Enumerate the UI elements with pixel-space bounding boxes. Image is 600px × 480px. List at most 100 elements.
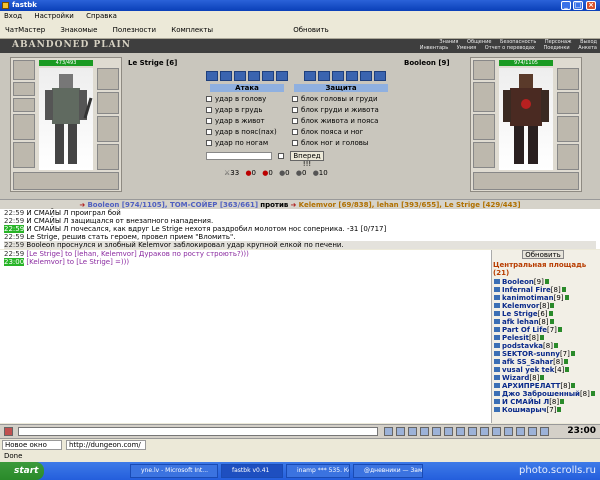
online-user[interactable]: afk lehan[8] [494,318,554,326]
block-waist-legs[interactable]: блок пояса и ног [292,128,363,137]
menu-settings[interactable]: Настройки [34,12,74,20]
url-field[interactable]: http://dungeon.com/ [66,440,146,450]
info-icon[interactable] [539,335,544,340]
info-icon[interactable] [553,343,558,348]
shield-slot[interactable] [97,92,119,114]
block-head-chest[interactable]: блок головы и груди [292,95,378,104]
block-legs-head[interactable]: блок ног и головы [292,139,368,148]
info-icon[interactable] [571,383,576,388]
options-icon[interactable] [480,427,489,436]
checkbox[interactable] [292,118,298,124]
close-button[interactable]: × [586,1,596,10]
forward-button[interactable]: Вперед !!! [290,151,324,168]
online-refresh-button[interactable]: Обновить [522,250,564,259]
bracelet-slot[interactable] [557,68,579,90]
spell-field[interactable] [206,152,272,160]
checkbox[interactable] [206,140,212,146]
menu-help[interactable]: Справка [86,12,117,20]
attack-groin[interactable]: удар в пояс(пах) [206,128,277,137]
shield-slot[interactable] [557,92,579,114]
skill-icon[interactable] [346,71,358,81]
checkbox[interactable] [206,96,212,102]
info-icon[interactable] [563,359,568,364]
new-window-button[interactable]: Новое окно [2,440,62,450]
send-icon[interactable] [384,427,393,436]
skill-icon[interactable] [318,71,330,81]
checkbox[interactable] [292,140,298,146]
checkbox[interactable] [206,129,212,135]
helmet-slot[interactable] [13,60,35,80]
necklace-slot[interactable] [13,98,35,112]
filter-icon[interactable] [420,427,429,436]
gloves-slot[interactable] [97,116,119,142]
menu-login[interactable]: Вход [4,12,22,20]
online-user[interactable]: Pelesit[8] [494,334,544,342]
online-user[interactable]: Le Strige[6] [494,310,553,318]
attack-legs[interactable]: удар по ногам [206,139,268,148]
info-icon[interactable] [560,399,565,404]
nav-inventory[interactable]: Инвентарь [420,45,448,51]
task-browser[interactable]: yne.lv - Microsoft Int... [130,464,218,478]
toolbar-sets[interactable]: Комплекты [171,26,213,34]
attack-head[interactable]: удар в голову [206,95,266,104]
refresh-icon[interactable] [456,427,465,436]
team-two[interactable]: Kelemvor [69/838], lehan [393/655], Le S… [299,201,521,209]
nav-transfers[interactable]: Отчет о переводах [485,45,535,51]
start-button[interactable]: start [0,462,44,480]
checkbox[interactable] [292,129,298,135]
attack-chest[interactable]: удар в грудь [206,106,263,115]
block-chest-stomach[interactable]: блок груди и живота [292,106,379,115]
left-player-name[interactable]: Le Strige [6] [128,59,177,67]
clear-icon[interactable] [4,427,13,436]
nav-profile[interactable]: Анкета [578,45,597,51]
online-user[interactable]: Wizard[8] [494,374,545,382]
belt-slot[interactable] [473,142,495,168]
online-user[interactable]: podstavka[8] [494,342,558,350]
nav-skills[interactable]: Умения [457,45,476,51]
help-icon[interactable] [528,427,537,436]
checkbox[interactable] [206,118,212,124]
maximize-button[interactable]: □ [573,1,583,10]
online-user[interactable]: vusal yek tek[4] [494,366,570,374]
boots-slot[interactable] [557,144,579,170]
belt-slots[interactable] [13,172,119,190]
minimize-button[interactable]: _ [561,1,571,10]
skill-icon[interactable] [248,71,260,81]
online-user[interactable]: И СМАЙЫ Л[8] [494,398,565,406]
skill-icon[interactable] [304,71,316,81]
task-winamp[interactable]: inamp *** 535. Кора... [286,464,350,478]
online-user[interactable]: Part Of Life[7] [494,326,562,334]
info-icon[interactable] [550,303,555,308]
earring-slot[interactable] [13,82,35,96]
exit-icon[interactable] [516,427,525,436]
smiles-icon[interactable] [396,427,405,436]
toolbar-chatmaster[interactable]: ЧатМастер [5,26,45,34]
skill-icon[interactable] [262,71,274,81]
online-user[interactable]: АРХИПРЕЛАТТ[8] [494,382,576,390]
online-user[interactable]: Infernal Fire[8] [494,286,566,294]
skill-icon[interactable] [220,71,232,81]
skill-icon[interactable] [276,71,288,81]
info-icon[interactable] [590,391,595,396]
skill-icon[interactable] [332,71,344,81]
task-fastbk[interactable]: fastbk v0.41 [221,464,283,478]
info-icon[interactable] [557,407,562,412]
info-icon[interactable] [561,287,566,292]
info-icon[interactable] [544,279,549,284]
gloves-slot[interactable] [557,116,579,142]
checkbox[interactable] [292,107,298,113]
ring-slots[interactable] [473,172,579,190]
settings-icon[interactable] [540,427,549,436]
sound-icon[interactable] [432,427,441,436]
map-icon[interactable] [492,427,501,436]
online-user[interactable]: Кошмарыч[7] [494,406,562,414]
checkbox[interactable] [206,107,212,113]
weapon-slot[interactable] [473,82,495,112]
online-user[interactable]: Kelemvor[8] [494,302,555,310]
online-user[interactable]: SEKTOR-sunny[7] [494,350,575,358]
armor-slot[interactable] [13,142,35,168]
info-icon[interactable] [540,375,545,380]
skill-icon[interactable] [374,71,386,81]
scroll-icon[interactable] [444,427,453,436]
helmet-slot[interactable] [473,60,495,80]
